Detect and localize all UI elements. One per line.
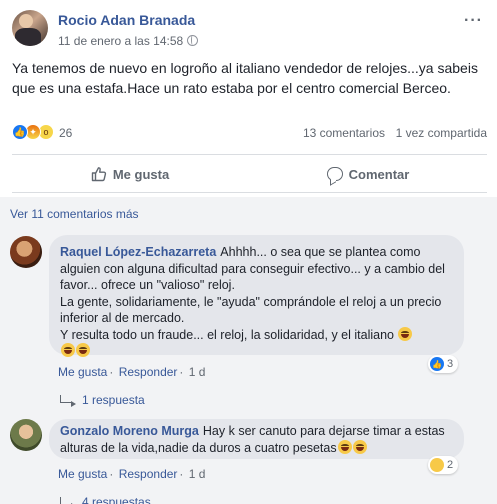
comment-bubble: Raquel López-Echazarreta Ahhhh... o sea q…	[49, 235, 464, 357]
comment-actions: Me gusta · Responder · 1 d	[58, 467, 206, 481]
reactions-bar: 👍 ✦ o 26 13 comentarios 1 vez compartida	[12, 123, 487, 143]
reply-arrow-icon	[60, 395, 76, 407]
comment-reaction-number: 3	[447, 358, 454, 370]
shares-count[interactable]: 1 vez compartida	[396, 126, 487, 140]
globe-icon	[187, 35, 199, 46]
commenter-avatar[interactable]	[10, 236, 42, 268]
reactions-count[interactable]: 26	[59, 126, 72, 140]
comment-reaction-number: 2	[447, 459, 454, 471]
comment-text: Y resulta todo un fraude... el reloj, la…	[60, 327, 394, 342]
comment-button[interactable]: Comentar	[250, 158, 486, 190]
more-options-icon[interactable]: ···	[464, 12, 483, 30]
laughing-emoji-icon	[398, 326, 413, 341]
thumbs-up-icon	[91, 166, 107, 182]
divider	[12, 154, 487, 155]
comment-text: La gente, solidariamente, le "ayuda" com…	[60, 294, 442, 326]
haha-icon	[430, 458, 444, 472]
comments-section: Ver 11 comentarios más Raquel López-Echa…	[0, 197, 497, 504]
post-timestamp[interactable]: 11 de enero a las 14:58	[58, 34, 199, 48]
divider	[12, 192, 487, 193]
replies-count: 4 respuestas	[82, 495, 151, 504]
replies-count: 1 respuesta	[82, 393, 145, 407]
comment-button-label: Comentar	[348, 166, 410, 182]
like-icon[interactable]: 👍	[12, 124, 28, 140]
view-replies-link[interactable]: 1 respuesta	[60, 393, 145, 407]
like-button[interactable]: Me gusta	[12, 158, 248, 190]
comment-bubble: Gonzalo Moreno Murga Hay k ser canuto par…	[49, 419, 464, 459]
view-more-comments-link[interactable]: Ver 11 comentarios más	[10, 207, 139, 221]
comment-like-link[interactable]: Me gusta	[58, 467, 107, 481]
commenter-avatar[interactable]	[10, 419, 42, 451]
author-avatar[interactable]	[12, 10, 48, 46]
comment-reply-link[interactable]: Responder	[119, 467, 178, 481]
author-name[interactable]: Rocio Adan Branada	[58, 12, 195, 28]
laughing-emoji-icon	[337, 439, 352, 454]
view-replies-link[interactable]: 4 respuestas	[60, 495, 151, 504]
comment-reaction-count[interactable]: 2	[428, 456, 459, 474]
comment-actions: Me gusta · Responder · 1 d	[58, 365, 206, 379]
post-date-text[interactable]: 11 de enero a las 14:58	[58, 34, 183, 48]
laughing-emoji-icon	[61, 343, 75, 357]
comment-like-link[interactable]: Me gusta	[58, 365, 107, 379]
comment-icon	[326, 167, 343, 181]
laughing-emoji-icon	[76, 343, 90, 357]
post-header: Rocio Adan Branada 11 de enero a las 14:…	[12, 8, 487, 48]
reply-arrow-icon	[60, 497, 76, 504]
comment-time[interactable]: 1 d	[189, 365, 206, 379]
comment-reaction-count[interactable]: 👍 3	[428, 355, 459, 373]
comment-time[interactable]: 1 d	[189, 467, 206, 481]
like-button-label: Me gusta	[112, 166, 170, 182]
post-text: Ya tenemos de nuevo en logroño al italia…	[12, 60, 478, 96]
commenter-name[interactable]: Gonzalo Moreno Murga	[60, 424, 199, 438]
comments-count[interactable]: 13 comentarios	[303, 126, 385, 140]
comment-reply-link[interactable]: Responder	[119, 365, 178, 379]
like-icon: 👍	[430, 357, 444, 371]
commenter-name[interactable]: Raquel López-Echazarreta	[60, 245, 216, 259]
laughing-emoji-icon	[352, 439, 367, 454]
